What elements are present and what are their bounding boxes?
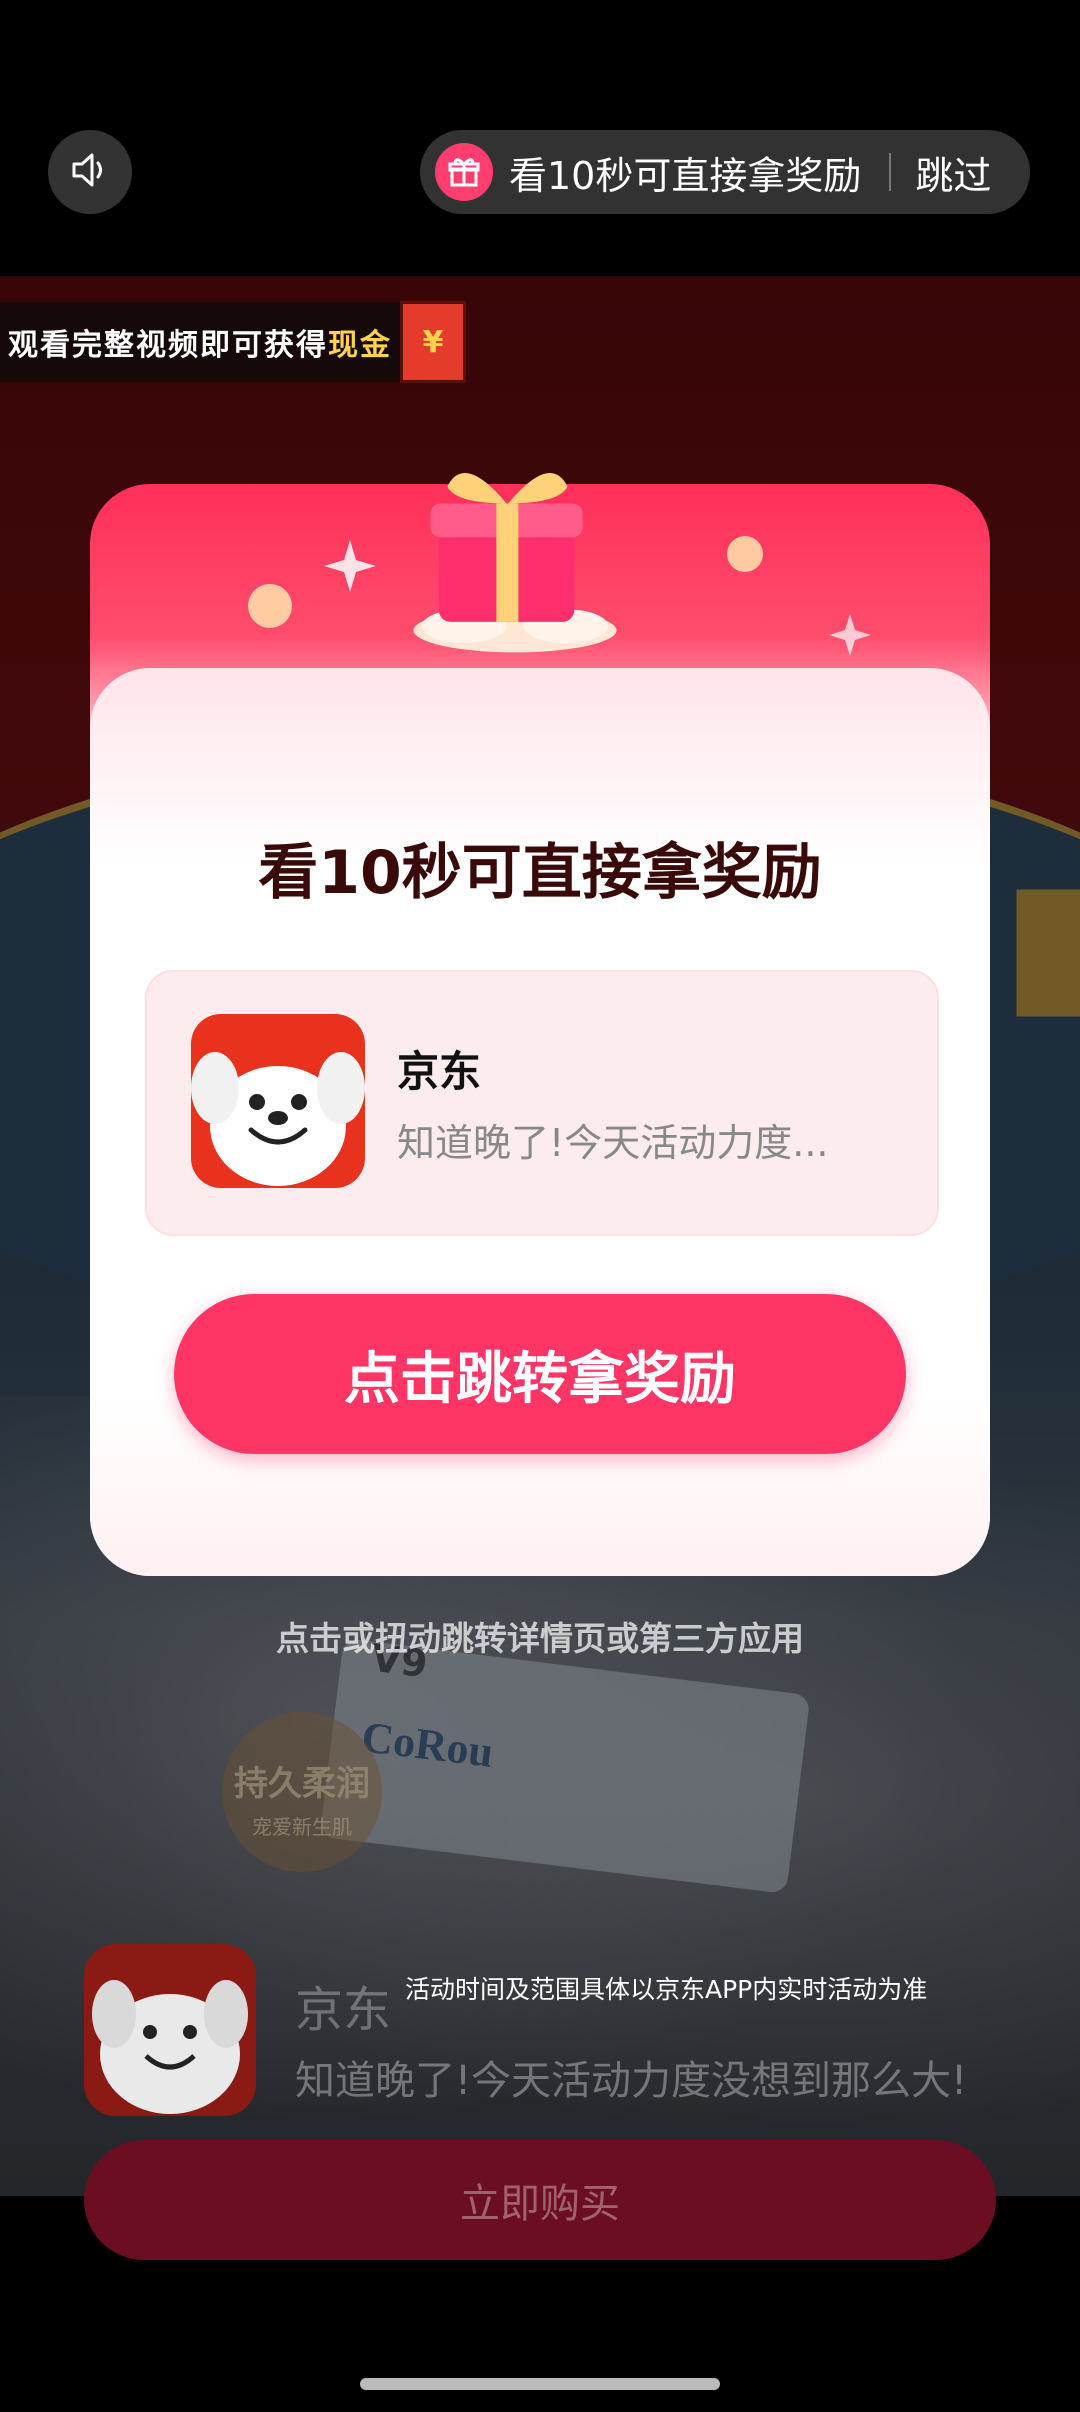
hint-text: 点击或扭动跳转详情页或第三方应用 bbox=[276, 1619, 804, 1658]
speaker-icon bbox=[66, 146, 114, 198]
app-card[interactable]: 京东 知道晚了!今天活动力度... bbox=[145, 970, 939, 1236]
buy-now-button[interactable]: 立即购买 bbox=[84, 2140, 996, 2260]
app-name: 京东 bbox=[397, 1047, 482, 1096]
sound-toggle-button[interactable] bbox=[48, 130, 132, 214]
cash-reward-banner: 观看完整视频即可获得现金 ¥ bbox=[0, 301, 466, 383]
bottom-app-logo[interactable] bbox=[84, 1944, 256, 2116]
activity-note: 活动时间及范围具体以京东APP内实时活动为准 bbox=[405, 1975, 928, 2004]
divider bbox=[889, 153, 892, 191]
gift-icon bbox=[435, 143, 493, 201]
jd-app-icon bbox=[191, 1014, 365, 1188]
reward-timer-text: 看10秒可直接拿奖励 bbox=[509, 153, 862, 198]
claim-reward-button[interactable]: 点击跳转拿奖励 bbox=[174, 1294, 906, 1454]
bottom-app-desc: 知道晚了!今天活动力度没想到那么大! bbox=[295, 2058, 968, 2104]
reward-timer-pill: 看10秒可直接拿奖励 跳过 bbox=[420, 130, 1030, 214]
modal-title: 看10秒可直接拿奖励 bbox=[258, 838, 822, 908]
skip-button[interactable]: 跳过 bbox=[915, 145, 991, 200]
bottom-app-name: 京东 bbox=[295, 1982, 392, 2038]
home-indicator[interactable] bbox=[360, 2378, 720, 2390]
cash-highlight: 现金 bbox=[328, 328, 392, 363]
red-envelope-icon: ¥ bbox=[400, 301, 466, 383]
app-description: 知道晚了!今天活动力度... bbox=[397, 1121, 829, 1165]
gift-box-image bbox=[413, 473, 617, 653]
cash-banner-text: 观看完整视频即可获得现金 bbox=[8, 328, 392, 363]
